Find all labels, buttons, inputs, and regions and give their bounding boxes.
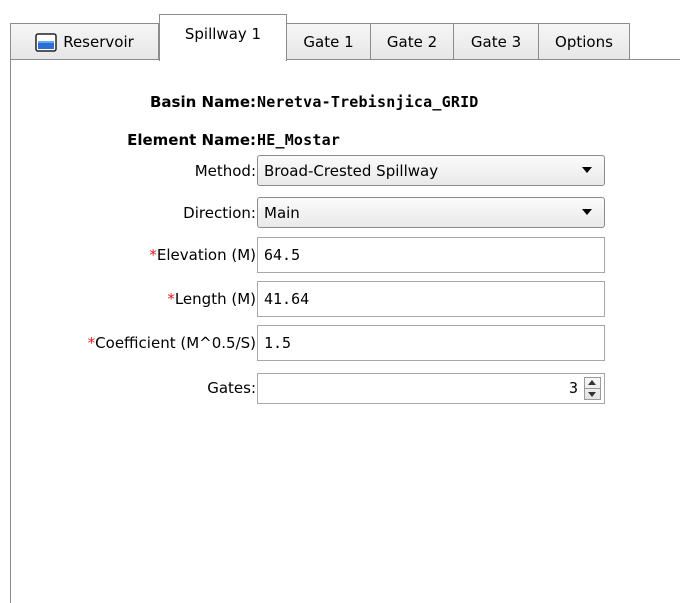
spillway-panel: Basin Name: Neretva-Trebisnjica_GRID Ele… xyxy=(10,59,680,603)
tab-label: Gate 3 xyxy=(470,33,522,51)
basin-name-row: Basin Name: Neretva-Trebisnjica_GRID xyxy=(11,92,680,114)
coefficient-row: *Coefficient (M^0.5/S) 1.5 xyxy=(11,325,680,363)
length-field[interactable]: 41.64 xyxy=(257,281,605,317)
elevation-row: *Elevation (M) 64.5 xyxy=(11,237,680,275)
tab-gate-3[interactable]: Gate 3 xyxy=(453,23,539,60)
method-select[interactable]: Broad-Crested Spillway xyxy=(257,155,605,186)
coefficient-value: 1.5 xyxy=(264,334,292,352)
length-label: *Length (M) xyxy=(167,290,256,308)
tab-label: Reservoir xyxy=(63,33,134,51)
chevron-down-icon xyxy=(582,167,592,173)
required-marker: * xyxy=(149,246,157,264)
elevation-value: 64.5 xyxy=(264,246,301,264)
gates-spinner[interactable]: 3 xyxy=(257,373,605,404)
tab-gate-2[interactable]: Gate 2 xyxy=(370,23,454,60)
length-row: *Length (M) 41.64 xyxy=(11,281,680,319)
direction-row: Direction: Main xyxy=(11,197,680,231)
spinner-up-icon[interactable] xyxy=(585,378,600,389)
elevation-field[interactable]: 64.5 xyxy=(257,237,605,273)
gates-label: Gates: xyxy=(207,379,256,397)
spillway-editor: Reservoir Spillway 1 Gate 1 Gate 2 Gate … xyxy=(0,0,680,603)
tab-label: Spillway 1 xyxy=(184,25,262,43)
tab-spillway-1[interactable]: Spillway 1 xyxy=(159,14,287,61)
method-selected-value: Broad-Crested Spillway xyxy=(264,161,439,180)
tab-reservoir[interactable]: Reservoir xyxy=(10,23,159,60)
gates-row: Gates: 3 xyxy=(11,373,680,407)
tab-options[interactable]: Options xyxy=(538,23,630,60)
basin-name-label: Basin Name: xyxy=(149,93,256,111)
length-value: 41.64 xyxy=(264,290,310,308)
elevation-label: *Elevation (M) xyxy=(149,246,256,264)
coefficient-label: *Coefficient (M^0.5/S) xyxy=(87,334,256,352)
tab-strip: Reservoir Spillway 1 Gate 1 Gate 2 Gate … xyxy=(10,14,680,61)
basin-name-value: Neretva-Trebisnjica_GRID xyxy=(257,93,479,111)
method-label: Method: xyxy=(194,162,256,180)
direction-label: Direction: xyxy=(183,204,256,222)
tab-label: Gate 1 xyxy=(303,33,354,51)
reservoir-icon xyxy=(35,32,57,52)
element-name-row: Element Name: HE_Mostar xyxy=(11,130,680,152)
tab-label: Options xyxy=(555,33,613,51)
chevron-down-icon xyxy=(582,209,592,215)
method-row: Method: Broad-Crested Spillway xyxy=(11,155,680,189)
spinner-down-icon[interactable] xyxy=(585,389,600,399)
gates-value: 3 xyxy=(568,379,578,397)
coefficient-field[interactable]: 1.5 xyxy=(257,325,605,361)
tab-label: Gate 2 xyxy=(386,33,438,51)
tab-gate-1[interactable]: Gate 1 xyxy=(286,23,371,60)
element-name-label: Element Name: xyxy=(127,131,256,149)
element-name-value: HE_Mostar xyxy=(257,131,341,149)
spinner-buttons xyxy=(584,377,601,400)
required-marker: * xyxy=(167,290,175,308)
direction-selected-value: Main xyxy=(264,203,300,222)
direction-select[interactable]: Main xyxy=(257,197,605,228)
